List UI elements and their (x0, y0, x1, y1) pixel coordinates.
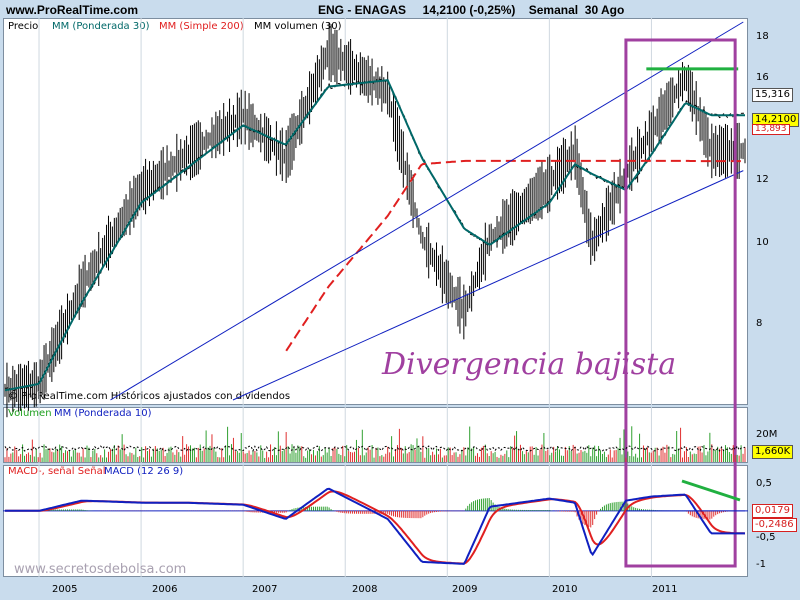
x-tick: 2005 (52, 584, 78, 595)
price-axis: 18 16 14 12 10 8 15,316 14,2100 13,893 (748, 18, 800, 405)
volume-axis: 20M 1,660K (748, 407, 800, 463)
chart-canvas: Divergencia bajista www.secretosdebolsa.c… (3, 18, 748, 577)
price-tick: 18 (756, 31, 769, 42)
price-tag-mm30: 15,316 (752, 88, 793, 102)
volume-mm10-line (4, 444, 746, 453)
x-tick: 2009 (452, 584, 478, 595)
annotation-text: Divergencia bajista (381, 347, 676, 382)
x-tick: 2010 (552, 584, 578, 595)
price-tick: 12 (756, 174, 769, 185)
footer-site: www.secretosdebolsa.com (14, 562, 186, 577)
mm200-line (285, 159, 745, 352)
macd-axis: 0,5 -0,5 -1 0,0179 -0,2486 (748, 465, 800, 577)
price-tick: 16 (756, 72, 769, 83)
trend-line-upper (110, 21, 744, 401)
macd-tick: -0,5 (756, 532, 776, 543)
x-tick: 2007 (252, 584, 278, 595)
x-axis: 2005 2006 2007 2008 2009 2010 2011 (0, 580, 800, 600)
highlight-box (624, 38, 737, 568)
volume-tag: 1,660K (752, 445, 794, 459)
macd-tag-2: -0,2486 (752, 518, 797, 532)
macd-line (5, 487, 745, 565)
x-tick: 2008 (352, 584, 378, 595)
x-tick: 2006 (152, 584, 178, 595)
price-tag-mm200: 13,893 (752, 124, 790, 135)
x-tick: 2011 (652, 584, 678, 595)
volume-tick: 20M (756, 429, 778, 440)
price-tick: 10 (756, 237, 769, 248)
price-tick: 8 (756, 318, 763, 329)
macd-tick: -1 (756, 559, 766, 570)
macd-tick: 0,5 (756, 478, 772, 489)
macd-tag-1: 0,0179 (752, 504, 793, 518)
